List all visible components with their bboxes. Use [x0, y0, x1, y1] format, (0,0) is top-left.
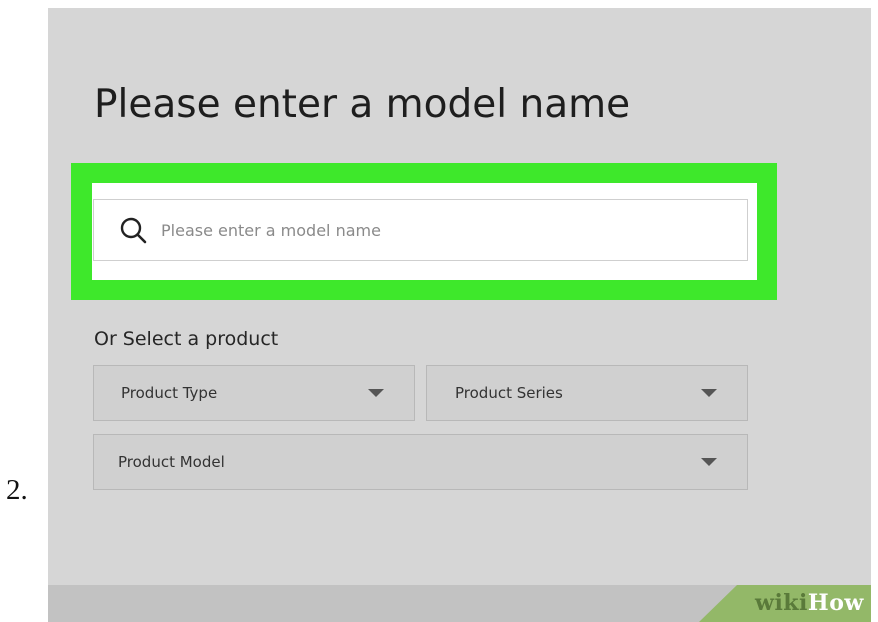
product-model-dropdown[interactable]: Product Model [93, 434, 748, 490]
product-series-dropdown[interactable]: Product Series [426, 365, 748, 421]
page-title: Please enter a model name [94, 82, 631, 127]
product-series-label: Product Series [455, 384, 563, 402]
model-name-search-input[interactable] [161, 215, 601, 245]
search-box[interactable] [93, 199, 748, 261]
caret-down-icon [701, 458, 717, 466]
caret-down-icon [701, 389, 717, 397]
caret-down-icon [368, 389, 384, 397]
watermark-how-text: How [807, 590, 864, 616]
product-model-label: Product Model [118, 453, 225, 471]
watermark-wiki-text: wiki [755, 590, 808, 616]
select-product-heading: Or Select a product [94, 328, 279, 350]
model-search-panel: Please enter a model name Or Select a pr… [48, 8, 871, 622]
product-type-dropdown[interactable]: Product Type [93, 365, 415, 421]
search-icon [120, 217, 147, 244]
product-type-label: Product Type [121, 384, 218, 402]
step-number: 2. [6, 474, 28, 506]
